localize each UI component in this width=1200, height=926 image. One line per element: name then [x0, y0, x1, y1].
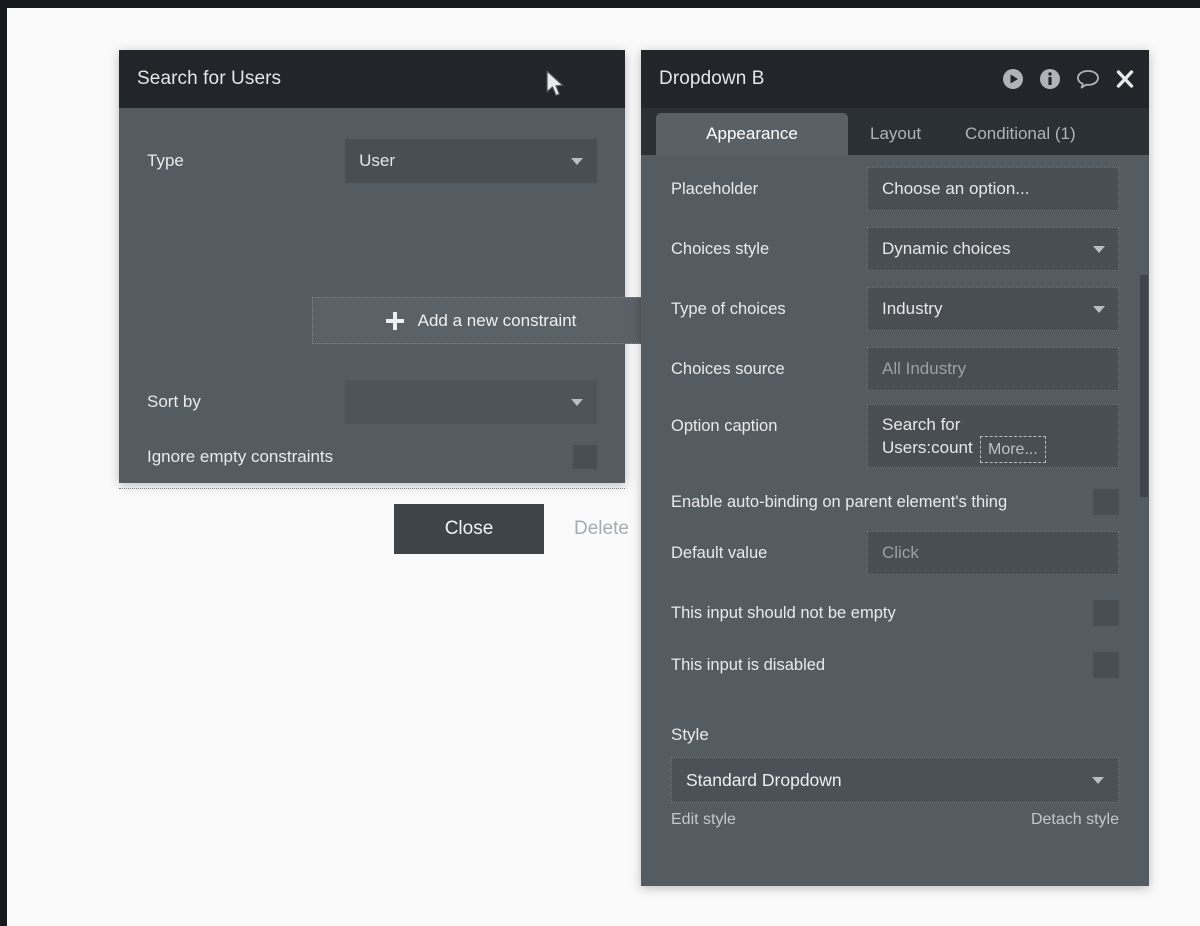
chevron-down-icon — [571, 158, 583, 165]
dropdown-panel-title-icons — [1002, 68, 1135, 90]
style-label: Style — [671, 725, 709, 744]
info-icon[interactable] — [1039, 68, 1061, 90]
placeholder-label: Placeholder — [671, 179, 759, 198]
disabled-row: This input is disabled — [641, 651, 1149, 679]
comment-icon[interactable] — [1076, 68, 1100, 90]
choices-style-dropdown[interactable]: Dynamic choices — [867, 227, 1119, 271]
sort-by-label: Sort by — [147, 392, 201, 411]
choices-source-label: Choices source — [671, 359, 785, 378]
dropdown-panel-scrollbar-track[interactable] — [1140, 155, 1149, 886]
dropdown-panel-titlebar: Dropdown B — [641, 50, 1149, 108]
placeholder-input-value: Choose an option... — [882, 179, 1030, 198]
type-of-choices-label: Type of choices — [671, 299, 786, 318]
play-icon[interactable] — [1002, 68, 1024, 90]
close-icon[interactable] — [1115, 69, 1135, 89]
type-label: Type — [147, 151, 184, 170]
chevron-down-icon — [1093, 306, 1105, 313]
tab-layout[interactable]: Layout — [848, 113, 943, 155]
add-new-constraint-label: Add a new constraint — [417, 310, 577, 330]
chevron-down-icon — [1092, 777, 1104, 784]
type-of-choices-dropdown[interactable]: Industry — [867, 287, 1119, 331]
page-canvas: Search for Users Type User Add a new con… — [0, 0, 1200, 926]
option-caption-label: Option caption — [671, 417, 778, 435]
sort-by-row: Sort by — [119, 378, 625, 426]
window-frame-top — [7, 4, 1200, 8]
style-section: Style Standard Dropdown Edit style Detac… — [641, 725, 1149, 829]
detach-style-link[interactable]: Detach style — [1031, 811, 1119, 829]
close-button[interactable]: Close — [394, 504, 544, 554]
disabled-label: This input is disabled — [671, 655, 826, 674]
choices-source-row: Choices source All Industry — [641, 347, 1149, 391]
choices-style-value: Dynamic choices — [882, 239, 1011, 258]
placeholder-input[interactable]: Choose an option... — [867, 167, 1119, 211]
type-row: Type User — [119, 137, 625, 185]
auto-binding-row: Enable auto-binding on parent element's … — [641, 488, 1149, 516]
ignore-empty-constraints-checkbox[interactable] — [573, 445, 597, 469]
search-panel-footer: Close Delete — [119, 488, 629, 569]
default-value-input[interactable]: Click — [867, 531, 1119, 575]
not-empty-row: This input should not be empty — [641, 599, 1149, 627]
style-dropdown-value: Standard Dropdown — [686, 769, 842, 790]
dropdown-panel-title: Dropdown B — [659, 68, 765, 89]
chevron-down-icon — [571, 399, 583, 406]
default-value-text: Click — [882, 543, 919, 562]
choices-source-input[interactable]: All Industry — [867, 347, 1119, 391]
choices-style-row: Choices style Dynamic choices — [641, 227, 1149, 271]
placeholder-row: Placeholder Choose an option... — [641, 167, 1149, 211]
search-panel-title: Search for Users — [137, 68, 282, 89]
auto-binding-label: Enable auto-binding on parent element's … — [671, 492, 1008, 511]
search-for-users-panel: Search for Users Type User Add a new con… — [119, 50, 650, 554]
sort-by-dropdown[interactable] — [345, 380, 597, 424]
style-dropdown[interactable]: Standard Dropdown — [671, 757, 1119, 803]
chevron-down-icon — [1093, 246, 1105, 253]
default-value-row: Default value Click — [641, 531, 1149, 575]
type-dropdown-value: User — [359, 151, 396, 170]
option-caption-input[interactable]: Search for Users:count More... — [867, 404, 1119, 468]
tab-conditional[interactable]: Conditional (1) — [943, 113, 1098, 155]
choices-source-value: All Industry — [882, 359, 967, 378]
option-caption-line1: Search for — [882, 415, 961, 434]
dropdown-panel-tabbar: Appearance Layout Conditional (1) — [641, 108, 1149, 155]
delete-button[interactable]: Delete — [574, 518, 629, 540]
choices-style-label: Choices style — [671, 239, 770, 258]
plus-icon — [385, 311, 404, 330]
search-panel-body: Type User Add a new constraint Sort by I… — [119, 137, 650, 488]
type-dropdown[interactable]: User — [345, 139, 597, 183]
auto-binding-checkbox[interactable] — [1093, 489, 1119, 515]
edit-style-link[interactable]: Edit style — [671, 811, 736, 829]
dropdown-b-panel: Dropdown B Appearance Layout Conditional… — [641, 50, 1149, 886]
add-new-constraint-button[interactable]: Add a new constraint — [312, 297, 650, 344]
option-caption-more-button[interactable]: More... — [980, 436, 1046, 463]
type-of-choices-value: Industry — [882, 299, 943, 318]
default-value-label: Default value — [671, 543, 768, 562]
option-caption-row: Option caption Search for Users:count Mo… — [641, 404, 1149, 468]
style-links: Edit style Detach style — [671, 811, 1119, 829]
tab-appearance[interactable]: Appearance — [656, 113, 848, 155]
dropdown-panel-scrollbar-thumb[interactable] — [1140, 275, 1148, 497]
ignore-empty-constraints-row: Ignore empty constraints — [119, 442, 625, 472]
not-empty-label: This input should not be empty — [671, 603, 896, 622]
disabled-checkbox[interactable] — [1093, 652, 1119, 678]
dropdown-panel-body: Placeholder Choose an option... Choices … — [641, 155, 1149, 886]
not-empty-checkbox[interactable] — [1093, 600, 1119, 626]
type-of-choices-row: Type of choices Industry — [641, 287, 1149, 331]
ignore-empty-constraints-label: Ignore empty constraints — [147, 447, 334, 466]
search-panel-titlebar: Search for Users — [119, 50, 625, 108]
